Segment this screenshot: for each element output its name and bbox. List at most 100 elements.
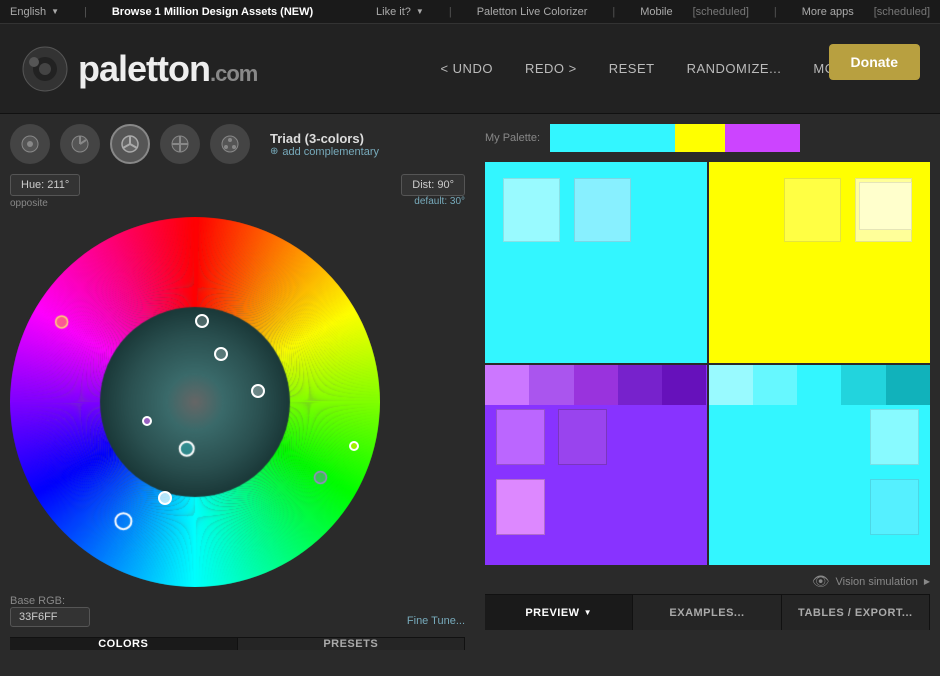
inner-square-5	[859, 182, 912, 230]
palette-strips	[550, 124, 800, 152]
add-complementary-button[interactable]: ⊕ add complementary	[270, 146, 379, 158]
inner-square-8	[496, 479, 545, 535]
swatch-row	[485, 365, 707, 405]
left-bottom-tabs: COLORS PRESETS	[10, 637, 465, 650]
dist-label: Dist: 90°	[412, 179, 454, 191]
mobile-scheduled: [scheduled]	[693, 6, 749, 18]
tetrad-scheme-icon[interactable]	[160, 124, 200, 164]
swatch-5	[662, 365, 706, 405]
preview-arrow-icon: ▼	[584, 608, 592, 617]
presets-tab[interactable]: PRESETS	[238, 638, 466, 650]
swatch-row-2	[709, 365, 931, 405]
analogous-scheme-icon[interactable]	[60, 124, 100, 164]
triad-scheme-icon[interactable]	[110, 124, 150, 164]
inner-square-7	[558, 409, 607, 465]
colors-tab[interactable]: COLORS	[10, 638, 238, 650]
right-panel: My Palette:	[475, 114, 940, 640]
default-dist-link[interactable]: default: 30°	[414, 196, 465, 207]
colorizer-label: Paletton Live Colorizer	[477, 6, 588, 18]
likeit-arrow-icon: ▼	[416, 7, 424, 16]
palette-strip-3[interactable]	[725, 124, 800, 152]
swatch-7	[753, 365, 797, 405]
inner-square-9	[870, 409, 919, 465]
separator-3: |	[612, 6, 615, 18]
swatch-2	[529, 365, 573, 405]
fine-tune-link[interactable]: Fine Tune...	[407, 615, 465, 627]
swatch-3	[574, 365, 618, 405]
grid-cell-bl[interactable]	[485, 365, 707, 566]
scheme-info: Triad (3-colors) ⊕ add complementary	[270, 131, 379, 158]
more-apps-scheduled: [scheduled]	[874, 6, 930, 18]
color-wheel-container[interactable]	[10, 217, 380, 587]
separator-1: |	[84, 6, 87, 18]
mono-scheme-icon[interactable]	[10, 124, 50, 164]
preview-tab-label: PREVIEW	[525, 607, 579, 619]
swatch-6	[709, 365, 753, 405]
wheel-dot-2[interactable]	[214, 347, 228, 361]
right-bottom-tabs: PREVIEW ▼ EXAMPLES... TABLES / EXPORT...	[485, 594, 930, 630]
wheel-dot-5[interactable]	[158, 491, 172, 505]
undo-button[interactable]: < UNDO	[426, 53, 506, 84]
separator-4: |	[774, 6, 777, 18]
palette-strip-1[interactable]	[550, 124, 675, 152]
scheme-selector: Triad (3-colors) ⊕ add complementary	[10, 124, 465, 164]
examples-tab[interactable]: EXAMPLES...	[633, 595, 781, 630]
grid-cell-tl[interactable]	[485, 162, 707, 363]
scheme-name: Triad (3-colors)	[270, 131, 379, 146]
palette-row: My Palette:	[485, 124, 930, 152]
dist-box: Dist: 90°	[401, 174, 465, 196]
grid-cell-tr[interactable]	[709, 162, 931, 363]
swatch-9	[841, 365, 885, 405]
more-apps-label: More apps	[802, 6, 854, 18]
likeit-dropdown[interactable]: Like it? ▼	[376, 6, 424, 18]
inner-square-1	[503, 178, 561, 242]
vision-simulation-label[interactable]: Vision simulation	[836, 576, 918, 588]
wheel-dot-4[interactable]	[142, 416, 152, 426]
wheel-dot-1[interactable]	[251, 384, 265, 398]
inner-square-4	[784, 178, 842, 242]
logo: paletton.com	[20, 44, 257, 94]
browse-text: Browse 1 Million Design Assets (NEW)	[112, 6, 313, 18]
separator-2: |	[449, 6, 452, 18]
wheel-dot-3[interactable]	[195, 314, 209, 328]
vision-arrow-icon: ▶	[924, 577, 930, 586]
logo-text: paletton.com	[78, 48, 257, 90]
browse-link[interactable]: Browse 1 Million Design Assets (NEW)	[112, 6, 313, 18]
logo-icon	[20, 44, 70, 94]
hue-label: Hue: 211°	[21, 179, 69, 191]
language-label: English	[10, 6, 46, 18]
inner-square-6	[496, 409, 545, 465]
grid-cell-br[interactable]	[709, 365, 931, 566]
language-dropdown[interactable]: English ▼	[10, 6, 59, 18]
base-rgb-input[interactable]	[10, 607, 90, 627]
preview-tab[interactable]: PREVIEW ▼	[485, 595, 633, 630]
palette-grid	[485, 162, 930, 565]
mobile-label: Mobile	[640, 6, 672, 18]
randomize-button[interactable]: RANDOMIZE...	[673, 53, 796, 84]
base-rgb-row: Base RGB: Fine Tune...	[10, 595, 465, 627]
header: paletton.com < UNDO REDO > RESET RANDOMI…	[0, 24, 940, 114]
reset-button[interactable]: RESET	[595, 53, 669, 84]
donate-button[interactable]: Donate	[829, 44, 920, 80]
opposite-text: opposite	[10, 198, 80, 209]
swatch-1	[485, 365, 529, 405]
custom-scheme-icon[interactable]	[210, 124, 250, 164]
hue-box: Hue: 211°	[10, 174, 80, 196]
vision-row: 👁 Vision simulation ▶	[485, 573, 930, 590]
wheel-dot-6[interactable]	[349, 441, 359, 451]
swatch-10	[886, 365, 930, 405]
left-panel: Triad (3-colors) ⊕ add complementary Hue…	[0, 114, 475, 640]
tables-export-tab[interactable]: TABLES / EXPORT...	[782, 595, 930, 630]
main-content: Triad (3-colors) ⊕ add complementary Hue…	[0, 114, 940, 640]
palette-strip-2[interactable]	[675, 124, 725, 152]
eye-icon: 👁	[812, 573, 830, 590]
inner-square-10	[870, 479, 919, 535]
palette-label: My Palette:	[485, 132, 540, 144]
top-banner: English ▼ | Browse 1 Million Design Asse…	[0, 0, 940, 24]
inner-square-2	[574, 178, 632, 242]
redo-button[interactable]: REDO >	[511, 53, 591, 84]
base-rgb-label: Base RGB:	[10, 595, 90, 607]
swatch-8	[797, 365, 841, 405]
color-wheel-canvas[interactable]	[10, 217, 380, 587]
language-arrow-icon: ▼	[51, 7, 59, 16]
